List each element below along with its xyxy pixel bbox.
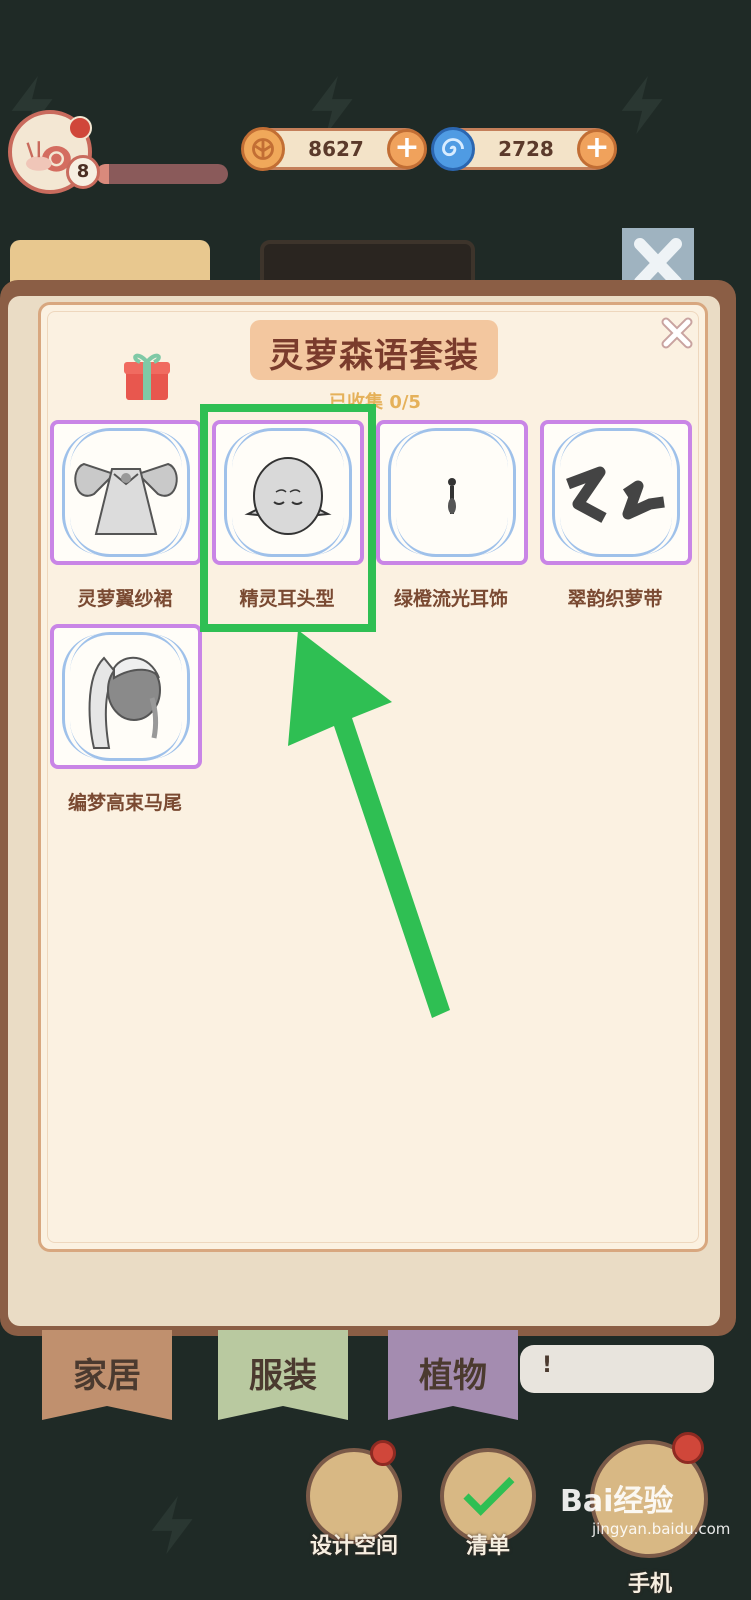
coin-icon (241, 127, 285, 171)
bubble-text: ! (542, 1353, 553, 1378)
notification-dot (68, 116, 92, 140)
level-badge: 8 (66, 155, 100, 189)
bolt-bg-icon (140, 1490, 210, 1560)
item-label: 灵萝翼纱裙 (77, 588, 173, 610)
design-space-label: 设计空间 (309, 1534, 398, 1559)
notification-dot (370, 1440, 396, 1466)
ribbon-icon (566, 466, 665, 523)
bolt-bg-icon (610, 70, 680, 140)
item-card-ribbon[interactable] (540, 420, 692, 565)
checklist-label: 清单 (465, 1534, 510, 1559)
gem-amount: 2728 (498, 137, 554, 161)
item-label: 编梦高束马尾 (67, 792, 182, 814)
item-card-elf-ear-head[interactable] (212, 420, 364, 565)
item-label: 绿橙流光耳饰 (393, 588, 508, 610)
xp-bar (96, 164, 228, 184)
item-card-ponytail[interactable] (50, 624, 202, 769)
arrow-icon (288, 630, 450, 1018)
add-coins-button[interactable]: + (387, 129, 427, 169)
coin-amount: 8627 (308, 137, 364, 161)
swirl-gem-icon (431, 127, 475, 171)
tab-home[interactable]: 家居 (42, 1330, 172, 1430)
item-card-winged-dress[interactable] (50, 420, 202, 565)
tab-clothing[interactable]: 服装 (218, 1330, 348, 1430)
title-ribbon: 灵萝森语套装 (250, 320, 498, 380)
phone-label: 手机 (627, 1572, 672, 1597)
earring-icon (448, 478, 456, 514)
gem-counter: 2728 + (431, 127, 617, 171)
elf-ear-head-icon (244, 457, 332, 535)
gift-icon[interactable] (122, 348, 172, 402)
speech-bubble: ! (520, 1345, 714, 1393)
notification-dot (672, 1432, 704, 1464)
watermark-logo: Bai经验 (560, 1484, 674, 1519)
tab-plants[interactable]: 植物 (388, 1330, 518, 1430)
add-gems-button[interactable]: + (577, 129, 617, 169)
close-icon[interactable] (656, 312, 698, 354)
ponytail-icon (88, 656, 161, 749)
item-card-earring[interactable] (376, 420, 528, 565)
checkmark-icon (463, 1476, 515, 1516)
watermark-url: jingyan.baidu.com (592, 1520, 731, 1538)
coin-counter: 8627 + (241, 127, 427, 171)
panel-title: 灵萝森语套装 (269, 336, 479, 376)
item-label: 翠韵织萝带 (567, 588, 663, 610)
winged-dress-icon (74, 462, 178, 535)
